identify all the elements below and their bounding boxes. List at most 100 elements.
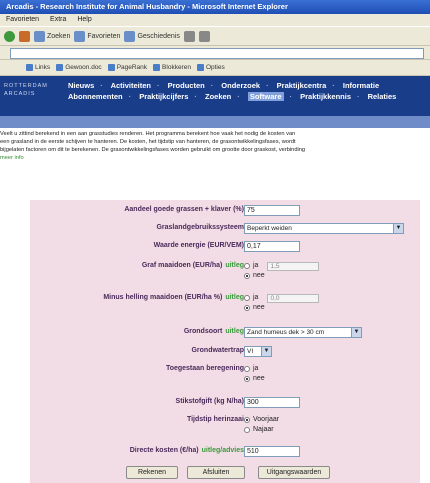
intro-text: Veelt u zittind berekend in een aan gras… [0,130,430,162]
nav-item-products[interactable]: Producten [168,81,205,90]
nav-item-practice-centres[interactable]: Praktijkcentra [277,81,327,90]
mowing-explain-link[interactable]: uitleg [225,262,244,269]
links-bar: Links Gewoon.doc PageRank Blokkeren Opti… [0,60,430,76]
mowing-yes-radio[interactable] [244,263,250,269]
menu-item-favorites[interactable]: Favorieten [6,16,39,23]
mowing-value-input[interactable]: 1,5 [267,261,320,271]
nitrogen-input[interactable]: 300 [244,397,300,408]
slope-yes-label: ja [253,294,259,301]
usage-system-select[interactable]: Beperkt weiden ▼ [244,223,404,234]
print-icon[interactable] [183,30,195,42]
close-button[interactable]: Afsluiten [187,466,245,479]
more-info-link[interactable]: meer info [0,154,430,162]
link-icon [196,64,204,71]
defaults-button[interactable]: Uitgangswaarden [258,466,330,479]
nitrogen-label: Stikstofgift (kg N/ha) [175,398,244,405]
mowing-no-radio[interactable] [244,273,250,279]
calculator-form: Aandeel goede grassen + klaver (%) 75 Gr… [30,200,420,483]
nav-item-research[interactable]: Onderzoek [221,81,260,90]
nav-item-subscriptions[interactable]: Abonnementen [68,92,123,101]
nav-item-activities[interactable]: Activiteiten [111,81,151,90]
grass-share-label: Aandeel goede grassen + klaver (%) [124,206,244,213]
nav-item-relations[interactable]: Relaties [368,92,397,101]
form-row-energy-value: Waarde energie (EUR/VEM) 0,17 [30,240,420,254]
links-item-label: Gewoon.doc [65,64,102,71]
mowing-label-text: Graf maaidoen (EUR/ha) [141,262,223,269]
history-icon [124,30,136,42]
address-input[interactable] [10,48,424,59]
links-item[interactable]: Links [26,64,50,71]
mowing-no-label: nee [253,272,265,279]
links-item-label: Links [35,64,51,71]
intro-line: Veelt u zittind berekend in een aan gras… [0,131,296,137]
soil-type-select[interactable]: Zand humeus dek > 30 cm ▼ [244,327,362,338]
form-row-nitrogen: Stikstofgift (kg N/ha) 300 [30,396,420,410]
slope-radio-group: ja 0,0 nee [244,293,320,313]
links-item[interactable]: PageRank [107,64,148,71]
energy-value-input[interactable]: 0,17 [244,241,300,252]
irrigation-yes-radio[interactable] [244,366,250,372]
form-row-soil-type: Grondsoort uitleg Zand humeus dek > 30 cm… [30,326,420,340]
nav-item-information[interactable]: Informatie [343,81,379,90]
soil-type-explain-link[interactable]: uitleg [225,328,244,335]
home-icon[interactable] [19,30,30,42]
edit-icon[interactable] [198,30,210,42]
links-item[interactable]: Opties [196,64,225,71]
back-icon[interactable] [4,30,15,42]
direct-costs-label: Directe kosten (€/ha) uitleg/advies [130,447,244,454]
groundwater-select[interactable]: VI ▼ [244,346,272,357]
calculate-button[interactable]: Rekenen [126,466,178,479]
search-button-label: Zoeken [47,32,71,40]
slope-no-radio[interactable] [244,305,250,311]
links-item-label: Opties [205,64,225,71]
direct-costs-input[interactable]: 510 [244,446,300,457]
site-logo-text: ROTTERDAM ARCADIS [4,83,48,97]
site-logo[interactable]: ROTTERDAM ARCADIS [0,76,62,128]
links-item-label: PageRank [116,64,148,71]
chevron-down-icon[interactable]: ▼ [351,328,361,337]
slope-value-input[interactable]: 0,0 [267,293,320,303]
irrigation-no-radio[interactable] [244,376,250,382]
slope-no-label: nee [253,304,265,311]
form-row-reseeding: Tijdstip herinzaai Voorjaar Najaar [30,414,420,438]
irrigation-no-label: nee [253,375,265,382]
slope-yes-radio[interactable] [244,295,250,301]
reseeding-autumn-radio[interactable] [244,427,250,433]
nav-item-news[interactable]: Nieuws [68,81,94,90]
soil-type-label-text: Grondsoort [183,328,223,335]
form-row-mowing: Graf maaidoen (EUR/ha) uitleg ja 1,5 nee [30,260,420,284]
grass-share-input[interactable]: 75 [244,205,300,216]
search-button[interactable]: Zoeken [34,30,71,42]
links-item[interactable]: Blokkeren [153,64,191,71]
menu-item-help[interactable]: Help [77,16,91,23]
links-item[interactable]: Gewoon.doc [56,64,102,71]
nav-item-search[interactable]: Zoeken [205,92,231,101]
irrigation-radio-group: ja nee [244,364,265,384]
window-title: Arcadis - Research Institute for Animal … [0,0,430,14]
usage-system-label: Graslandgebruikssysteem [156,224,244,231]
nav-item-practice-knowledge[interactable]: Praktijkkennis [300,92,351,101]
site-header: ROTTERDAM ARCADIS Nieuws · Activiteiten · … [0,76,430,128]
direct-costs-explain-link[interactable]: uitleg/advies [202,447,244,454]
menu-item-tools[interactable]: Extra [50,16,66,23]
brand-strip [0,116,62,128]
slope-label: Minus helling maaidoen (EUR/ha %) uitleg [103,294,244,301]
direct-costs-label-text: Directe kosten (€/ha) [129,447,199,454]
favorites-button[interactable]: Favorieten [74,30,121,42]
favorites-button-label: Favorieten [87,32,121,40]
reseeding-spring-radio[interactable] [244,417,250,423]
address-bar [0,46,430,60]
history-button[interactable]: Geschiedenis [124,30,180,42]
reseeding-label: Tijdstip herinzaai [186,416,244,423]
nav-item-practice-figures[interactable]: Praktijkcijfers [139,92,188,101]
chevron-down-icon[interactable]: ▼ [261,347,271,356]
mowing-label: Graf maaidoen (EUR/ha) uitleg [142,262,244,269]
chevron-down-icon[interactable]: ▼ [393,224,403,233]
nav-item-software[interactable]: Software [247,92,284,101]
nav-row-1: Nieuws · Activiteiten · Producten · Onderzo… [68,81,380,90]
slope-explain-link[interactable]: uitleg [225,294,244,301]
site-nav: Nieuws · Activiteiten · Producten · Onderzo… [62,76,430,116]
form-row-grass-share: Aandeel goede grassen + klaver (%) 75 [30,204,420,218]
favorites-icon [74,30,86,42]
form-row-slope: Minus helling maaidoen (EUR/ha %) uitleg … [30,292,420,316]
